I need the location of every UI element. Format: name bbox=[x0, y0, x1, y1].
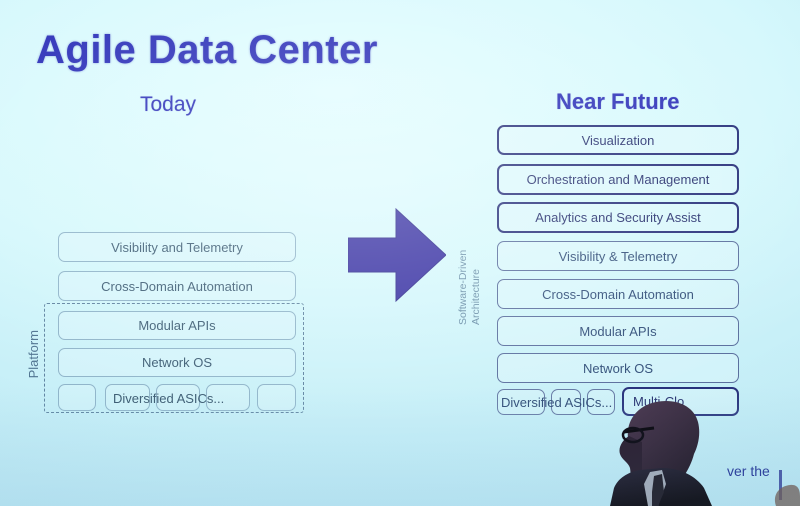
sda-label-line-2: Architecture bbox=[469, 268, 482, 325]
today-layer-network-os: Network OS bbox=[58, 348, 296, 377]
today-column-heading: Today bbox=[140, 93, 197, 116]
future-layer-analytics-and-security-assist: Analytics and Security Assist bbox=[497, 202, 739, 233]
speaker-silhouette bbox=[610, 400, 800, 506]
layer-label: Network OS bbox=[141, 355, 213, 370]
layer-label: Orchestration and Management bbox=[526, 172, 710, 187]
future-layer-modular-apis: Modular APIs bbox=[497, 316, 739, 346]
today-asic-chip bbox=[257, 384, 296, 411]
today-asic-chip bbox=[58, 384, 96, 411]
layer-label: Analytics and Security Assist bbox=[535, 210, 701, 225]
today-layer-modular-apis: Modular APIs bbox=[58, 311, 296, 340]
layer-label: Network OS bbox=[582, 360, 654, 376]
software-driven-architecture-label: Software-Driven Architecture bbox=[457, 205, 492, 325]
platform-group-label: Platform bbox=[26, 330, 41, 379]
future-layer-orchestration-and-management: Orchestration and Management bbox=[497, 164, 739, 195]
layer-label: Cross-Domain Automation bbox=[101, 278, 253, 294]
layer-label: Cross-Domain Automation bbox=[542, 286, 694, 302]
today-layer-cross-domain-automation: Cross-Domain Automation bbox=[58, 271, 296, 301]
layer-label: Modular APIs bbox=[579, 323, 657, 339]
layer-label: Visibility and Telemetry bbox=[111, 239, 243, 255]
today-layer-visibility-and-telemetry: Visibility and Telemetry bbox=[58, 232, 296, 262]
presentation-slide: Agile Data Center Today Near Future Plat… bbox=[0, 0, 800, 506]
layer-label: Visualization bbox=[581, 132, 655, 148]
slide-title: Agile Data Center bbox=[36, 28, 378, 72]
near-future-column-heading: Near Future bbox=[556, 89, 680, 114]
sda-label-line-1: Software-Driven bbox=[457, 249, 469, 325]
future-asic-row-label: Diversified ASICs... bbox=[501, 395, 613, 410]
future-layer-network-os: Network OS bbox=[497, 353, 739, 383]
future-layer-visibility-and-telemetry: Visibility & Telemetry bbox=[497, 241, 739, 271]
layer-label: Modular APIs bbox=[138, 318, 216, 333]
transition-arrow-icon bbox=[348, 207, 446, 303]
future-layer-visualization: Visualization bbox=[497, 125, 739, 155]
future-layer-cross-domain-automation: Cross-Domain Automation bbox=[497, 279, 739, 309]
today-asic-row-label: Diversified ASICs... bbox=[113, 391, 225, 406]
layer-label: Visibility & Telemetry bbox=[558, 248, 678, 264]
